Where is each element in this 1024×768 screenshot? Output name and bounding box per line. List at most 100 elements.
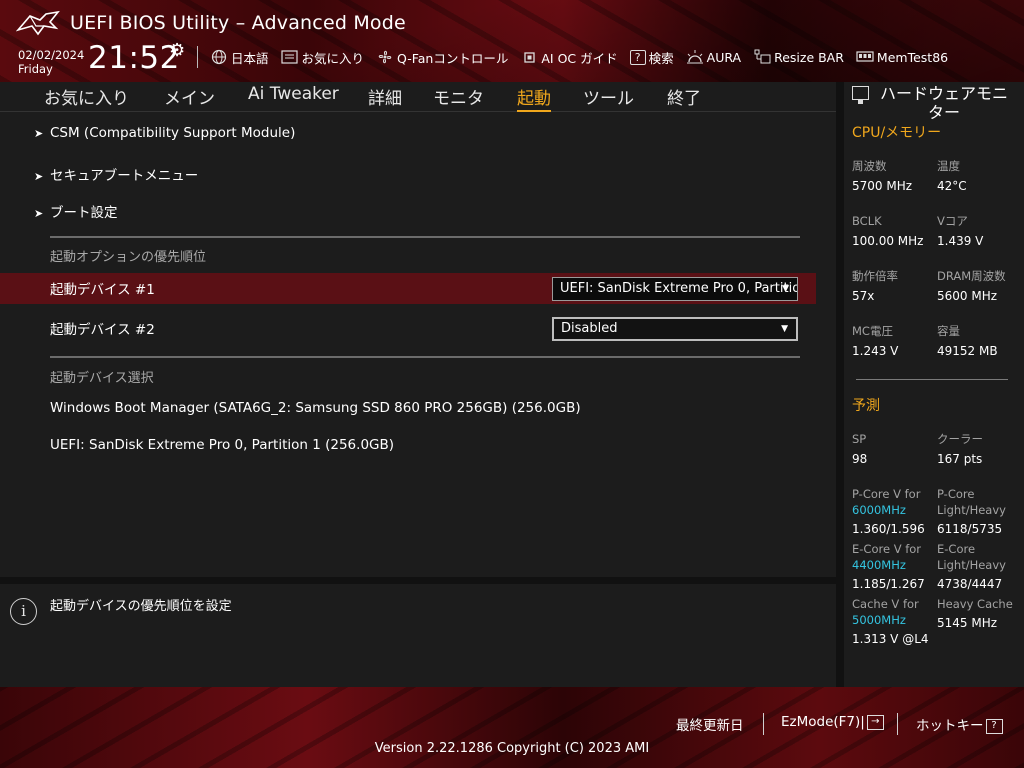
tab-monitor[interactable]: モニタ (433, 84, 484, 109)
submenu-secure-boot[interactable]: ➤ セキュアブートメニュー (34, 164, 198, 184)
chevron-down-icon: ▼ (782, 284, 789, 294)
pcore-v-value: 1.360/1.596 (852, 522, 925, 536)
ezmode-label: EzMode(F7)| (781, 714, 865, 730)
boot-priority-label: 起動オプションの優先順位 (50, 250, 207, 265)
cpu-freq-value: 5700 MHz (852, 179, 913, 193)
capacity-value: 49152 MB (937, 344, 998, 358)
submenu-arrow-icon: ➤ (34, 207, 44, 220)
boot-entry-windows[interactable]: Windows Boot Manager (SATA6G_2: Samsung … (50, 400, 581, 416)
rog-logo (16, 10, 60, 36)
clock: 21:52 (88, 40, 180, 76)
qfan-label: Q-Fanコントロール (397, 50, 509, 66)
boot-device-1-select[interactable]: UEFI: SanDisk Extreme Pro 0, Partition 1… (552, 277, 798, 301)
submenu-csm[interactable]: ➤ CSM (Compatibility Support Module) (34, 125, 295, 141)
qfan-button[interactable]: Q-Fanコントロール (376, 48, 508, 67)
ecore-v-label: E-Core V for 4400MHz (852, 541, 921, 573)
monitor-icon (852, 86, 869, 104)
boot-device-1-label: 起動デバイス #1 (50, 282, 155, 298)
pcore-v-freq: 6000MHz (852, 503, 906, 517)
last-modified-button[interactable]: 最終更新日 (676, 714, 744, 734)
hw-divider (856, 379, 1008, 380)
ratio-value: 57x (852, 289, 875, 303)
language-button[interactable]: 日本語 (210, 48, 269, 67)
app-title: UEFI BIOS Utility – Advanced Mode (70, 12, 406, 34)
sp-value: 98 (852, 452, 868, 466)
resize-bar-icon (753, 48, 771, 66)
help-panel: i 起動デバイスの優先順位を設定 (0, 584, 836, 687)
ezmode-button[interactable]: EzMode(F7)| → (781, 714, 884, 730)
vcore-label: Vコア (937, 214, 968, 228)
aura-icon (686, 48, 704, 66)
heavy-cache-label: Heavy Cache (937, 597, 1013, 611)
resize-bar-label: Resize BAR (774, 49, 844, 65)
search-label: 検索 (648, 50, 674, 66)
ratio-label: 動作倍率 (852, 269, 898, 283)
ai-oc-icon (520, 48, 538, 66)
version-text: Version 2.22.1286 Copyright (C) 2023 AMI (374, 741, 650, 756)
bclk-value: 100.00 MHz (852, 234, 924, 248)
favorites-button[interactable]: お気に入り (281, 48, 364, 67)
submenu-arrow-icon: ➤ (34, 127, 44, 140)
boot-device-2-select[interactable]: Disabled ▼ (552, 317, 798, 341)
help-search-icon: ? (629, 49, 646, 65)
exit-arrow-icon: → (866, 714, 884, 730)
resize-bar-button[interactable]: Resize BAR (753, 48, 844, 66)
prediction-section-title: 予測 (852, 398, 880, 414)
ai-oc-label: AI OC ガイド (541, 50, 618, 66)
header-divider (197, 46, 198, 68)
pcore-lh-label-2: Light/Heavy (937, 503, 1006, 517)
ecore-lh-label-2: Light/Heavy (937, 558, 1006, 572)
cooler-value: 167 pts (937, 452, 983, 466)
search-button[interactable]: ? 検索 (629, 48, 674, 67)
boot-device-1-value: UEFI: SanDisk Extreme Pro 0, Partition 1… (560, 281, 797, 296)
date-text: 02/02/2024 (18, 48, 85, 62)
tab-main[interactable]: メイン (164, 84, 215, 109)
pcore-lh-label-1: P-Core (937, 487, 975, 501)
vcore-value: 1.439 V (937, 234, 984, 248)
submenu-arrow-icon: ➤ (34, 170, 44, 183)
memtest-button[interactable]: MemTest86 (856, 48, 948, 66)
tab-tool[interactable]: ツール (583, 84, 634, 109)
mc-voltage-label: MC電圧 (852, 324, 893, 338)
boot-device-2-label: 起動デバイス #2 (50, 322, 155, 338)
hw-monitor-title: ハードウェアモニター (879, 84, 1008, 122)
help-text: 起動デバイスの優先順位を設定 (50, 599, 232, 614)
gear-icon[interactable]: ⚙ (169, 40, 185, 61)
tab-ai-tweaker[interactable]: Ai Tweaker (248, 84, 339, 104)
hotkeys-button[interactable]: ホットキー? (916, 714, 1003, 734)
section-divider (50, 236, 800, 238)
ai-oc-button[interactable]: AI OC ガイド (520, 48, 618, 67)
ecore-v-freq: 4400MHz (852, 558, 906, 572)
footer-bar: 最終更新日 EzMode(F7)| → ホットキー? Version 2.22.1… (0, 687, 1024, 768)
cache-v-freq: 5000MHz (852, 613, 906, 627)
ecore-v-value: 1.185/1.267 (852, 577, 925, 591)
hotkeys-label: ホットキー (916, 718, 984, 734)
bclk-label: BCLK (852, 214, 882, 228)
fan-icon (376, 48, 394, 66)
submenu-csm-label: CSM (Compatibility Support Module) (50, 125, 296, 141)
pcore-lh-label: P-Core Light/Heavy (937, 486, 1006, 518)
mc-voltage-value: 1.243 V (852, 344, 899, 358)
favorites-icon (281, 48, 299, 66)
header-bar: UEFI BIOS Utility – Advanced Mode 02/02/… (0, 0, 1024, 82)
globe-icon (210, 48, 228, 66)
cpu-temp-value: 42°C (937, 179, 967, 193)
hardware-monitor-panel: ハードウェアモニター CPU/メモリー 周波数 5700 MHz 温度 42°C… (844, 82, 1024, 687)
boot-entry-sandisk[interactable]: UEFI: SanDisk Extreme Pro 0, Partition 1… (50, 437, 394, 453)
tab-advanced[interactable]: 詳細 (368, 84, 402, 109)
dram-freq-label: DRAM周波数 (937, 269, 1006, 283)
cache-v-value: 1.313 V @L4 (852, 632, 929, 646)
cpu-freq-label: 周波数 (852, 159, 887, 173)
pcore-v-label: P-Core V for 6000MHz (852, 486, 920, 518)
submenu-boot-config-label: ブート設定 (50, 205, 118, 221)
footer-divider (897, 713, 898, 735)
submenu-secure-boot-label: セキュアブートメニュー (50, 168, 199, 184)
pcore-lh-value: 6118/5735 (937, 522, 1003, 536)
ecore-lh-label: E-Core Light/Heavy (937, 541, 1006, 573)
submenu-boot-config[interactable]: ➤ ブート設定 (34, 201, 118, 221)
aura-button[interactable]: AURA (686, 48, 741, 66)
tab-exit[interactable]: 終了 (667, 84, 701, 109)
tab-favorites[interactable]: お気に入り (44, 84, 129, 109)
memtest-label: MemTest86 (876, 49, 949, 65)
tab-boot[interactable]: 起動 (517, 84, 551, 112)
